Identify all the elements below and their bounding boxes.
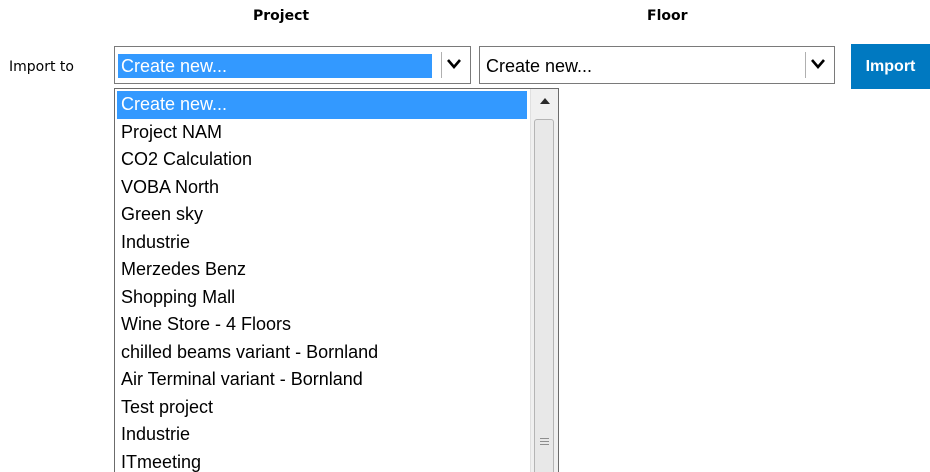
list-item[interactable]: Wine Store - 4 Floors [117,311,527,339]
list-item[interactable]: Industrie [117,229,527,257]
project-select[interactable]: Create new... [114,46,471,84]
dropdown-options: Create new... Project NAM CO2 Calculatio… [117,91,527,472]
list-item[interactable]: Create new... [117,91,527,119]
import-to-label: Import to [9,59,74,75]
chevron-down-icon[interactable] [441,52,467,78]
list-item[interactable]: Air Terminal variant - Bornland [117,366,527,394]
floor-select[interactable]: Create new... [479,46,835,84]
list-item[interactable]: Project NAM [117,119,527,147]
list-item[interactable]: VOBA North [117,174,527,202]
list-item[interactable]: Merzedes Benz [117,256,527,284]
list-item[interactable]: Test project [117,394,527,422]
list-item[interactable]: ITmeeting [117,449,527,472]
scroll-grip-icon [540,438,549,447]
dropdown-scrollbar[interactable] [530,89,558,472]
scroll-thumb[interactable] [534,119,554,472]
list-item[interactable]: Shopping Mall [117,284,527,312]
import-button[interactable]: Import [851,44,930,89]
list-item[interactable]: Industrie [117,421,527,449]
project-column-header: Project [253,8,310,24]
project-select-value: Create new... [118,54,432,78]
list-item[interactable]: CO2 Calculation [117,146,527,174]
triangle-up-icon [540,98,550,104]
floor-column-header: Floor [647,8,688,24]
chevron-down-icon[interactable] [805,52,831,78]
list-item[interactable]: chilled beams variant - Bornland [117,339,527,367]
scroll-up-button[interactable] [531,89,558,113]
list-item[interactable]: Green sky [117,201,527,229]
project-dropdown-list[interactable]: Create new... Project NAM CO2 Calculatio… [114,88,559,472]
floor-select-value: Create new... [486,56,593,76]
